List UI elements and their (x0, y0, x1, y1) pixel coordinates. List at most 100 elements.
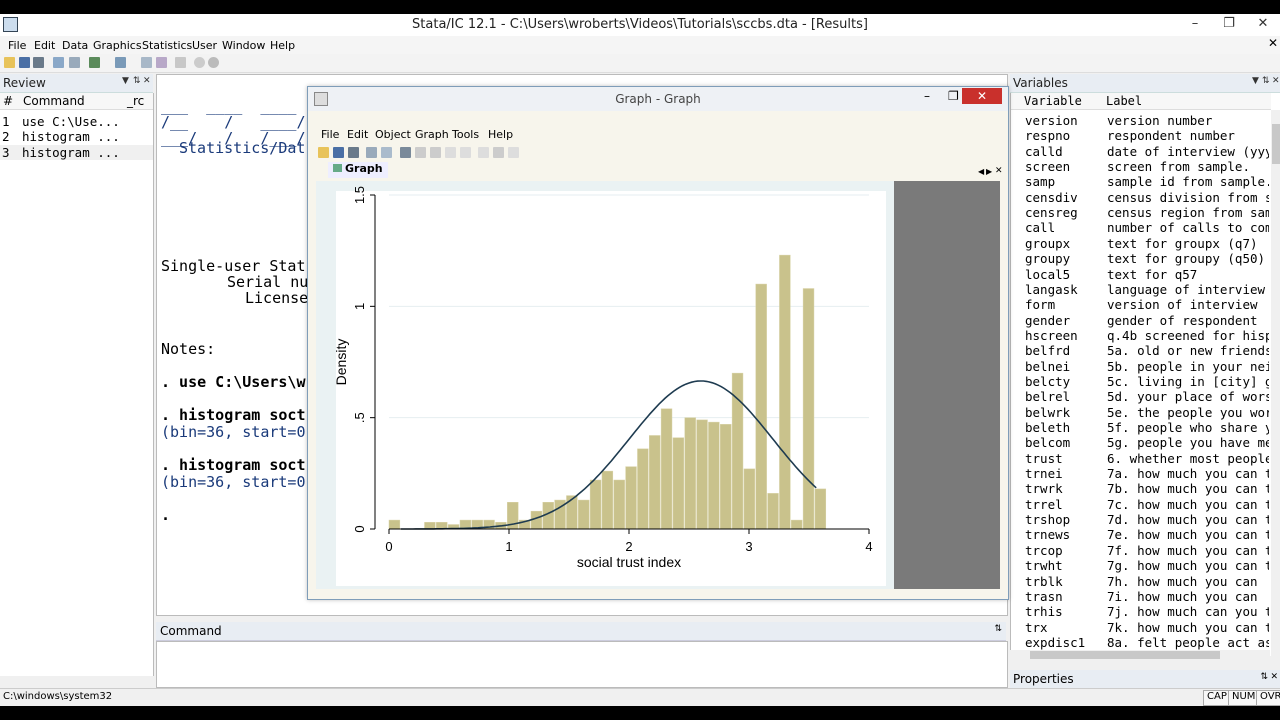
variable-row[interactable]: trshop 7d. how much you can t (1011, 512, 1269, 527)
save-icon[interactable] (19, 57, 30, 68)
log-icon[interactable] (53, 57, 64, 68)
open-icon[interactable] (4, 57, 15, 68)
undo-icon[interactable] (445, 147, 456, 158)
variable-row[interactable]: belcty 5c. living in [city] g (1011, 374, 1269, 389)
pointer-icon[interactable] (415, 147, 426, 158)
viewer-icon[interactable] (69, 57, 80, 68)
tab-close-icon[interactable]: ✕ (995, 166, 1003, 176)
review-row-selected[interactable]: 3 histogram ... (0, 145, 153, 160)
pin-icon[interactable]: ⇅ (1260, 672, 1268, 682)
menu-edit[interactable]: Edit (34, 39, 55, 52)
graph-title-bar[interactable]: Graph - Graph – ❐ ✕ (308, 87, 1008, 111)
variable-row[interactable]: call number of calls to com (1011, 220, 1269, 235)
variable-row[interactable]: version version number (1011, 113, 1269, 128)
variable-row[interactable]: trasn 7i. how much you can (1011, 589, 1269, 604)
variable-row[interactable]: respno respondent number (1011, 128, 1269, 143)
review-row[interactable]: 2 histogram ... (0, 129, 153, 144)
scrollbar-thumb[interactable] (1272, 124, 1280, 164)
variable-row[interactable]: trhis 7j. how much can you t (1011, 604, 1269, 619)
variable-row[interactable]: expdisc1 8a. felt people act as (1011, 635, 1269, 650)
variables-manager-icon[interactable] (175, 57, 186, 68)
variables-vertical-scrollbar[interactable] (1271, 110, 1280, 656)
graph-maximize-button[interactable]: ❐ (948, 89, 959, 103)
variable-row[interactable]: trnei 7a. how much you can t (1011, 466, 1269, 481)
col-rc[interactable]: _rc (127, 94, 144, 108)
variable-row[interactable]: trwht 7g. how much you can t (1011, 558, 1269, 573)
graph-minimize-button[interactable]: – (924, 89, 930, 103)
graph-menu-help[interactable]: Help (488, 128, 513, 141)
graph-menu-edit[interactable]: Edit (347, 128, 368, 141)
command-input[interactable] (156, 641, 1008, 688)
variable-row[interactable]: belcom 5g. people you have me (1011, 435, 1269, 450)
graph-icon[interactable] (89, 57, 100, 68)
open-icon[interactable] (318, 147, 329, 158)
rename-icon[interactable] (381, 147, 392, 158)
variables-horizontal-scrollbar[interactable] (1010, 650, 1270, 660)
data-editor-icon[interactable] (141, 57, 152, 68)
print-icon[interactable] (33, 57, 44, 68)
variable-row[interactable]: groupx text for groupx (q7) (1011, 236, 1269, 251)
graph-editor-icon[interactable] (400, 147, 411, 158)
menu-statistics[interactable]: Statistics (142, 39, 192, 52)
data-browser-icon[interactable] (156, 57, 167, 68)
variable-row[interactable]: langask language of interview (1011, 282, 1269, 297)
variable-row[interactable]: screen screen from sample. (1011, 159, 1269, 174)
save-icon[interactable] (333, 147, 344, 158)
pin-icon[interactable]: ⇅ (133, 76, 141, 86)
record-icon[interactable] (478, 147, 489, 158)
scrollbar-thumb[interactable] (1030, 651, 1220, 659)
variable-row[interactable]: trcop 7f. how much you can t (1011, 543, 1269, 558)
mdi-close-icon[interactable]: ✕ (1268, 36, 1278, 50)
minimize-button[interactable]: – (1178, 14, 1212, 34)
redo-icon[interactable] (460, 147, 471, 158)
close-icon[interactable]: ✕ (143, 76, 151, 86)
close-button[interactable]: ✕ (1246, 14, 1280, 34)
variable-row[interactable]: hscreen q.4b screened for hisp (1011, 328, 1269, 343)
graph-menu-graph[interactable]: Graph (415, 128, 449, 141)
graph-close-button[interactable]: ✕ (962, 88, 1002, 104)
variable-row[interactable]: belnei 5b. people in your nei (1011, 359, 1269, 374)
col-label[interactable]: Label (1106, 94, 1142, 108)
menu-graphics[interactable]: Graphics (93, 39, 142, 52)
graph-menu-file[interactable]: File (321, 128, 339, 141)
tab-scroll-right-icon[interactable]: ▶ (986, 167, 992, 176)
variable-row[interactable]: trnews 7e. how much you can t (1011, 527, 1269, 542)
col-command[interactable]: Command (23, 94, 85, 108)
menu-user[interactable]: User (192, 39, 217, 52)
variable-row[interactable]: local5 text for q57 (1011, 267, 1269, 282)
pin-icon[interactable]: ▼ (122, 76, 129, 86)
pin-icon[interactable]: ▼ (1252, 76, 1259, 86)
print-icon[interactable] (348, 147, 359, 158)
variable-row[interactable]: belwrk 5e. the people you wor (1011, 405, 1269, 420)
menu-file[interactable]: File (8, 39, 26, 52)
variable-row[interactable]: trrel 7c. how much you can t (1011, 497, 1269, 512)
break-icon[interactable] (208, 57, 219, 68)
variable-row[interactable]: calld date of interview (yyy (1011, 144, 1269, 159)
close-icon[interactable]: ✕ (1272, 76, 1280, 86)
variable-row[interactable]: trwrk 7b. how much you can t (1011, 481, 1269, 496)
col-number[interactable]: # (3, 94, 13, 108)
menu-window[interactable]: Window (222, 39, 265, 52)
graph-menu-object[interactable]: Object (375, 128, 411, 141)
review-row[interactable]: 1 use C:\Use... (0, 114, 153, 129)
variable-row[interactable]: gender gender of respondent (1011, 313, 1269, 328)
text-icon[interactable] (430, 147, 441, 158)
dofile-icon[interactable] (115, 57, 126, 68)
pin-icon[interactable]: ⇅ (1262, 76, 1270, 86)
variable-row[interactable]: groupy text for groupy (q50) (1011, 251, 1269, 266)
play-icon[interactable] (508, 147, 519, 158)
menu-help[interactable]: Help (270, 39, 295, 52)
pause-icon[interactable] (493, 147, 504, 158)
menu-data[interactable]: Data (62, 39, 88, 52)
pin-icon[interactable]: ⇅ (994, 624, 1002, 634)
variable-row[interactable]: censdiv census division from s (1011, 190, 1269, 205)
graph-menu-tools[interactable]: Tools (452, 128, 479, 141)
variable-row[interactable]: belfrd 5a. old or new friends (1011, 343, 1269, 358)
copy-icon[interactable] (366, 147, 377, 158)
variable-row[interactable]: samp sample id from sample. (1011, 174, 1269, 189)
variable-row[interactable]: belrel 5d. your place of wors (1011, 389, 1269, 404)
variable-row[interactable]: trx 7k. how much you can t (1011, 620, 1269, 635)
close-icon[interactable]: ✕ (1270, 672, 1278, 682)
tab-scroll-left-icon[interactable]: ◀ (978, 167, 984, 176)
variable-row[interactable]: form version of interview (1011, 297, 1269, 312)
